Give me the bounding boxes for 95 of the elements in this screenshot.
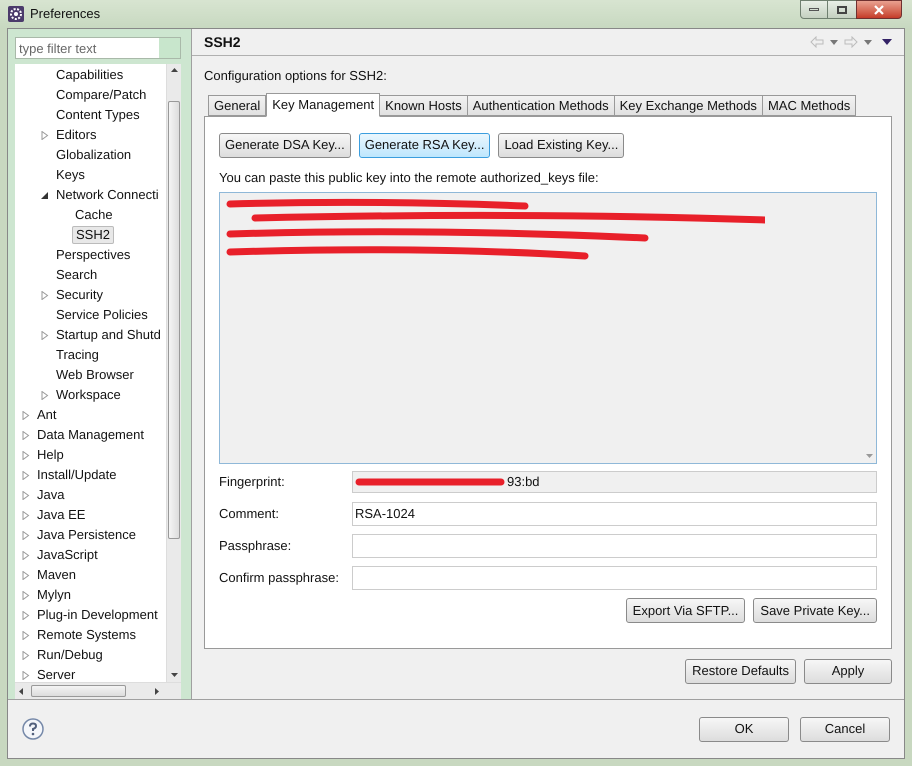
back-icon[interactable] <box>810 36 824 48</box>
tab[interactable]: General <box>208 94 266 116</box>
tree-item[interactable]: Globalization <box>56 147 132 163</box>
dropdown-icon[interactable] <box>864 40 872 44</box>
tree-item[interactable]: Plug-in Development <box>37 607 158 623</box>
tree-item[interactable]: JavaScript <box>37 547 98 563</box>
page-title: SSH2 <box>204 32 241 52</box>
tree-item[interactable]: Web Browser <box>56 367 134 383</box>
tree-item[interactable]: Ant <box>37 407 57 423</box>
expand-arrow-icon[interactable] <box>41 330 49 340</box>
window-title: Preferences <box>30 5 100 24</box>
description-text: Configuration options for SSH2: <box>204 67 388 85</box>
forward-icon[interactable] <box>844 36 858 48</box>
horizontal-scrollbar[interactable] <box>15 682 181 699</box>
expand-arrow-icon[interactable] <box>22 570 30 580</box>
tab[interactable]: Known Hosts <box>379 94 468 116</box>
input-field[interactable] <box>352 566 877 590</box>
tree-item[interactable]: Help <box>37 447 64 463</box>
expand-arrow-icon[interactable] <box>22 510 30 520</box>
maximize-button[interactable] <box>828 0 856 19</box>
tree-item[interactable]: Remote Systems <box>37 627 136 643</box>
collapse-arrow-icon[interactable] <box>41 190 49 200</box>
tree-item[interactable]: Capabilities <box>56 67 124 83</box>
tree-item[interactable]: Perspectives <box>56 247 130 263</box>
expand-arrow-icon[interactable] <box>22 650 30 660</box>
button[interactable]: OK <box>699 716 789 742</box>
tab[interactable]: Key Exchange Methods <box>614 94 763 116</box>
tree-item[interactable]: Editors <box>56 127 96 143</box>
expand-arrow-icon[interactable] <box>41 390 49 400</box>
scroll-right-icon[interactable] <box>155 688 159 694</box>
tab[interactable]: Key Management <box>266 92 380 116</box>
button[interactable]: Restore Defaults <box>685 658 796 684</box>
button[interactable]: Cancel <box>800 716 890 742</box>
paste-hint-text: You can paste this public key into the remote authorized_keys file: <box>219 168 600 187</box>
tab[interactable]: MAC Methods <box>762 94 856 116</box>
tree-item[interactable]: Java EE <box>37 507 86 523</box>
menu-icon[interactable] <box>882 39 892 45</box>
tree-item[interactable]: Keys <box>56 167 85 183</box>
public-key-area[interactable] <box>219 192 877 464</box>
button[interactable]: Apply <box>804 658 892 684</box>
tree-item[interactable]: SSH2 <box>72 226 114 244</box>
expand-arrow-icon[interactable] <box>22 490 30 500</box>
scroll-down-icon[interactable] <box>170 673 178 677</box>
tree-item[interactable]: Content Types <box>56 107 140 123</box>
close-icon <box>873 4 885 14</box>
tree-item[interactable]: Data Management <box>37 427 144 443</box>
button[interactable]: Load Existing Key... <box>498 132 624 158</box>
button[interactable]: Generate DSA Key... <box>219 132 351 158</box>
close-button[interactable] <box>856 0 902 19</box>
tree-item[interactable]: Java Persistence <box>37 527 136 543</box>
help-icon[interactable] <box>22 718 44 740</box>
tree-item[interactable]: Security <box>56 287 103 303</box>
tree-item[interactable]: Service Policies <box>56 307 148 323</box>
tree-item[interactable]: Java <box>37 487 64 503</box>
tree-item[interactable]: Cache <box>75 207 113 223</box>
tree-item[interactable]: Install/Update <box>37 467 116 483</box>
tree-item[interactable]: Mylyn <box>37 587 71 603</box>
expand-arrow-icon[interactable] <box>22 670 30 680</box>
tree-item[interactable]: Search <box>56 267 98 283</box>
expand-arrow-icon[interactable] <box>22 450 30 460</box>
tree-item[interactable]: Network Connecti <box>56 187 159 203</box>
button[interactable]: Export Via SFTP... <box>626 598 746 623</box>
field-label: Comment: <box>219 504 280 523</box>
tree-item[interactable]: Compare/Patch <box>56 87 146 103</box>
button[interactable]: Save Private Key... <box>753 598 877 623</box>
expand-arrow-icon[interactable] <box>41 130 49 140</box>
tree-item[interactable]: Startup and Shutd <box>56 327 161 343</box>
field-label: Confirm passphrase: <box>219 568 340 587</box>
tree-item[interactable]: Run/Debug <box>37 647 103 663</box>
expand-arrow-icon[interactable] <box>22 550 30 560</box>
button[interactable]: Generate RSA Key... <box>358 132 490 158</box>
gear-icon <box>8 6 24 22</box>
expand-arrow-icon[interactable] <box>22 630 30 640</box>
tree-item[interactable]: Server <box>37 667 76 682</box>
field-label: Fingerprint: <box>219 472 286 491</box>
input-field[interactable] <box>352 534 877 558</box>
tree-item[interactable]: Maven <box>37 567 76 583</box>
scroll-up-icon[interactable] <box>170 68 178 72</box>
expand-arrow-icon[interactable] <box>22 530 30 540</box>
vertical-scrollbar[interactable] <box>166 64 181 682</box>
expand-arrow-icon[interactable] <box>41 290 49 300</box>
tree-item[interactable]: Tracing <box>56 347 99 363</box>
expand-arrow-icon[interactable] <box>22 590 30 600</box>
expand-arrow-icon[interactable] <box>22 430 30 440</box>
expand-arrow-icon[interactable] <box>22 410 30 420</box>
expand-arrow-icon[interactable] <box>22 470 30 480</box>
scroll-left-icon[interactable] <box>19 688 23 694</box>
tab[interactable]: Authentication Methods <box>466 94 615 116</box>
dropdown-icon[interactable] <box>830 40 838 44</box>
minimize-button[interactable] <box>800 0 828 19</box>
input-field[interactable]: RSA-1024 <box>352 502 877 526</box>
filter-field[interactable]: type filter text <box>15 37 181 59</box>
tree-item[interactable]: Workspace <box>56 387 121 403</box>
field-label: Passphrase: <box>219 536 292 555</box>
expand-arrow-icon[interactable] <box>22 610 30 620</box>
